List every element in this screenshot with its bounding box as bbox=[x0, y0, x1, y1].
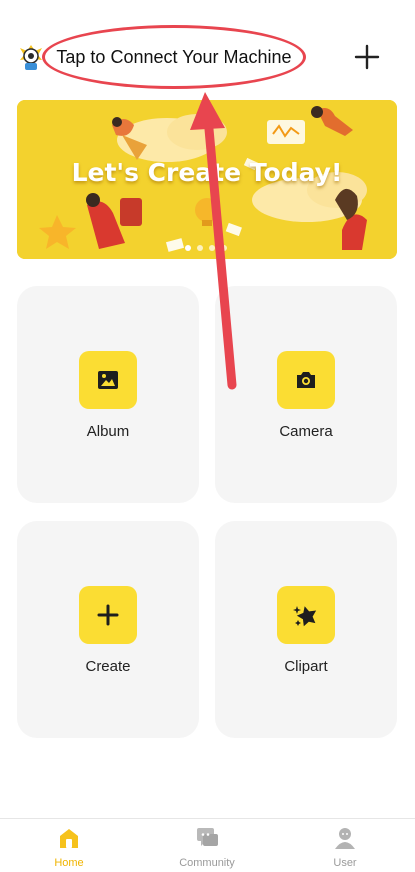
tab-home-label: Home bbox=[54, 857, 84, 869]
home-icon bbox=[60, 829, 78, 848]
create-label: Create bbox=[85, 658, 131, 675]
carousel-dot[interactable] bbox=[185, 245, 191, 251]
album-tile[interactable]: Album bbox=[17, 286, 199, 503]
create-tile[interactable]: Create bbox=[17, 521, 199, 738]
header: Tap to Connect Your Machine bbox=[0, 0, 415, 100]
image-icon bbox=[98, 371, 118, 389]
star-sparkle-icon bbox=[293, 606, 317, 627]
album-label: Album bbox=[86, 423, 130, 440]
tab-user[interactable]: User bbox=[295, 819, 395, 872]
camera-label: Camera bbox=[279, 423, 333, 440]
bottom-tab-bar: Home Community User bbox=[0, 818, 415, 872]
banner-title: Let's Create Today! bbox=[71, 158, 343, 187]
carousel-dot[interactable] bbox=[221, 245, 227, 251]
album-icon-box bbox=[79, 351, 137, 409]
connect-machine-label: Tap to Connect Your Machine bbox=[56, 46, 292, 67]
connect-machine-button[interactable]: Tap to Connect Your Machine bbox=[42, 25, 306, 89]
tab-home[interactable]: Home bbox=[19, 819, 119, 872]
create-icon-box bbox=[79, 586, 137, 644]
carousel-dot[interactable] bbox=[197, 245, 203, 251]
user-icon bbox=[335, 828, 355, 849]
carousel-indicator bbox=[185, 245, 227, 251]
clipart-icon-box bbox=[277, 586, 335, 644]
tab-community[interactable]: Community bbox=[157, 819, 257, 872]
tab-community-label: Community bbox=[179, 857, 235, 869]
clipart-tile[interactable]: Clipart bbox=[215, 521, 397, 738]
tab-user-label: User bbox=[333, 857, 357, 869]
plus-icon bbox=[97, 604, 119, 626]
chat-icon bbox=[197, 828, 218, 846]
add-device-button[interactable] bbox=[352, 42, 382, 72]
camera-icon bbox=[297, 372, 315, 388]
carousel-dot[interactable] bbox=[209, 245, 215, 251]
camera-tile[interactable]: Camera bbox=[215, 286, 397, 503]
camera-icon-box bbox=[277, 351, 335, 409]
promo-banner[interactable]: Let's Create Today! bbox=[17, 100, 397, 259]
clipart-label: Clipart bbox=[284, 658, 328, 675]
